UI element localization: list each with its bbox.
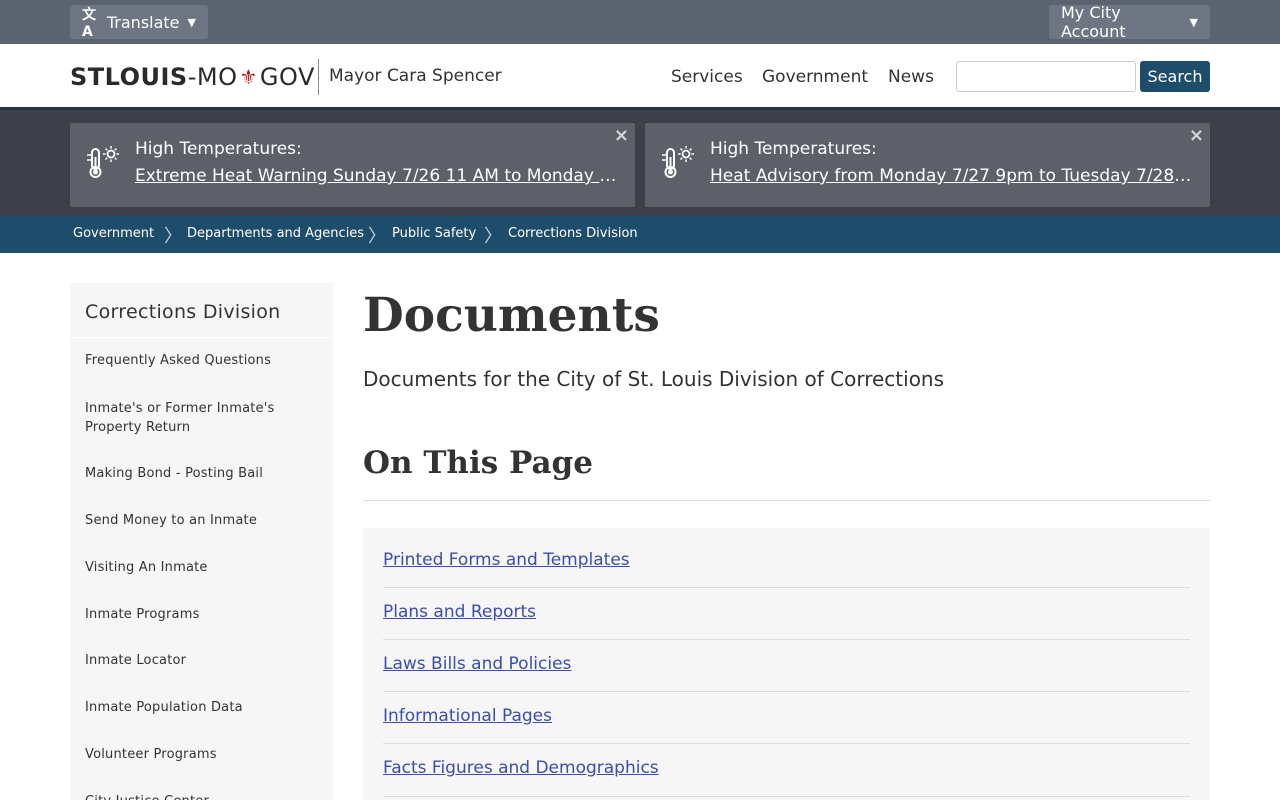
breadcrumb-departments[interactable]: Departments and Agencies — [187, 226, 364, 241]
site-logo[interactable]: STLOUIS -MO ⚜ GOV — [70, 63, 315, 91]
toc-divider — [383, 587, 1190, 588]
sidebar-title[interactable]: Corrections Division — [85, 301, 281, 323]
toc-link-informational[interactable]: Informational Pages — [383, 706, 552, 726]
account-label: My City Account — [1061, 3, 1126, 41]
toc-link-plans-reports[interactable]: Plans and Reports — [383, 602, 536, 622]
caret-down-icon: ▼ — [187, 15, 196, 29]
caret-down-icon: ▼ — [1189, 15, 1198, 29]
logo-gov: GOV — [259, 63, 315, 91]
chevron-right-icon: 〉 — [164, 226, 182, 247]
sidebar-item-property-return[interactable]: Inmate's or Former Inmate's Property Ret… — [85, 399, 320, 437]
toc-link-facts-figures[interactable]: Facts Figures and Demographics — [383, 758, 659, 778]
alert-title: High Temperatures: — [710, 139, 877, 159]
toc-divider — [383, 796, 1190, 797]
sidebar-item-programs[interactable]: Inmate Programs — [85, 605, 320, 624]
translate-label: Translate — [106, 12, 180, 32]
thermometer-sun-icon — [662, 146, 694, 178]
logo-stlouis: STLOUIS — [70, 63, 188, 91]
logo-mo: -MO — [187, 63, 238, 91]
mayor-name[interactable]: Mayor Cara Spencer — [329, 66, 502, 86]
sidebar-item-faq[interactable]: Frequently Asked Questions — [85, 351, 320, 370]
toc-link-laws-bills[interactable]: Laws Bills and Policies — [383, 654, 571, 674]
my-city-account-button[interactable]: My City Account ▼ — [1049, 3, 1210, 41]
logo-divider — [318, 59, 319, 95]
page-title: Documents — [363, 288, 660, 343]
on-this-page-list: Printed Forms and Templates Plans and Re… — [363, 528, 1210, 800]
sidebar-item-volunteer[interactable]: Volunteer Programs — [85, 745, 320, 764]
sidebar-item-population-data[interactable]: Inmate Population Data — [85, 698, 320, 717]
breadcrumb: Government 〉 Departments and Agencies 〉 … — [0, 216, 1280, 253]
sidebar: Corrections Division Frequently Asked Qu… — [70, 283, 333, 800]
chevron-right-icon: 〉 — [484, 226, 502, 247]
nav-services[interactable]: Services — [671, 67, 743, 87]
toc-link-printed-forms[interactable]: Printed Forms and Templates — [383, 550, 630, 570]
alert-card: High Temperatures: Extreme Heat Warning … — [70, 123, 635, 207]
site-header: STLOUIS -MO ⚜ GOV Mayor Cara Spencer Ser… — [0, 44, 1280, 110]
translate-icon: 文A — [82, 7, 96, 40]
fleur-de-lis-icon: ⚜ — [239, 65, 258, 89]
sidebar-item-making-bond[interactable]: Making Bond - Posting Bail — [85, 464, 320, 483]
page-description: Documents for the City of St. Louis Divi… — [363, 367, 945, 391]
translate-button[interactable]: 文A Translate ▼ — [70, 5, 208, 40]
breadcrumb-corrections[interactable]: Corrections Division — [508, 226, 638, 241]
toc-divider — [383, 691, 1190, 692]
search-input[interactable] — [956, 61, 1136, 92]
chevron-right-icon: 〉 — [368, 226, 386, 247]
close-icon[interactable]: × — [1189, 125, 1204, 146]
nav-news[interactable]: News — [888, 67, 934, 87]
alert-title: High Temperatures: — [135, 139, 302, 159]
thermometer-sun-icon — [87, 146, 119, 178]
nav-government[interactable]: Government — [762, 67, 868, 87]
search-button[interactable]: Search — [1140, 61, 1210, 92]
close-icon[interactable]: × — [614, 125, 629, 146]
sidebar-item-locator[interactable]: Inmate Locator — [85, 651, 320, 670]
sidebar-item-visiting[interactable]: Visiting An Inmate — [85, 558, 320, 577]
alert-link[interactable]: Heat Advisory from Monday 7/27 9pm to Tu… — [710, 166, 1195, 186]
alert-link[interactable]: Extreme Heat Warning Sunday 7/26 11 AM t… — [135, 166, 620, 186]
breadcrumb-public-safety[interactable]: Public Safety — [392, 226, 476, 241]
toc-divider — [383, 743, 1190, 744]
utility-bar: 文A Translate ▼ My City Account ▼ — [0, 0, 1280, 44]
sidebar-item-justice-center[interactable]: City Justice Center — [85, 792, 320, 800]
section-heading: On This Page — [363, 445, 593, 481]
alert-card: High Temperatures: Heat Advisory from Mo… — [645, 123, 1210, 207]
sidebar-divider — [70, 337, 333, 338]
toc-divider — [383, 639, 1190, 640]
sidebar-item-send-money[interactable]: Send Money to an Inmate — [85, 511, 320, 530]
alert-banner: High Temperatures: Extreme Heat Warning … — [0, 110, 1280, 216]
breadcrumb-government[interactable]: Government — [73, 226, 154, 241]
section-divider — [363, 500, 1210, 501]
